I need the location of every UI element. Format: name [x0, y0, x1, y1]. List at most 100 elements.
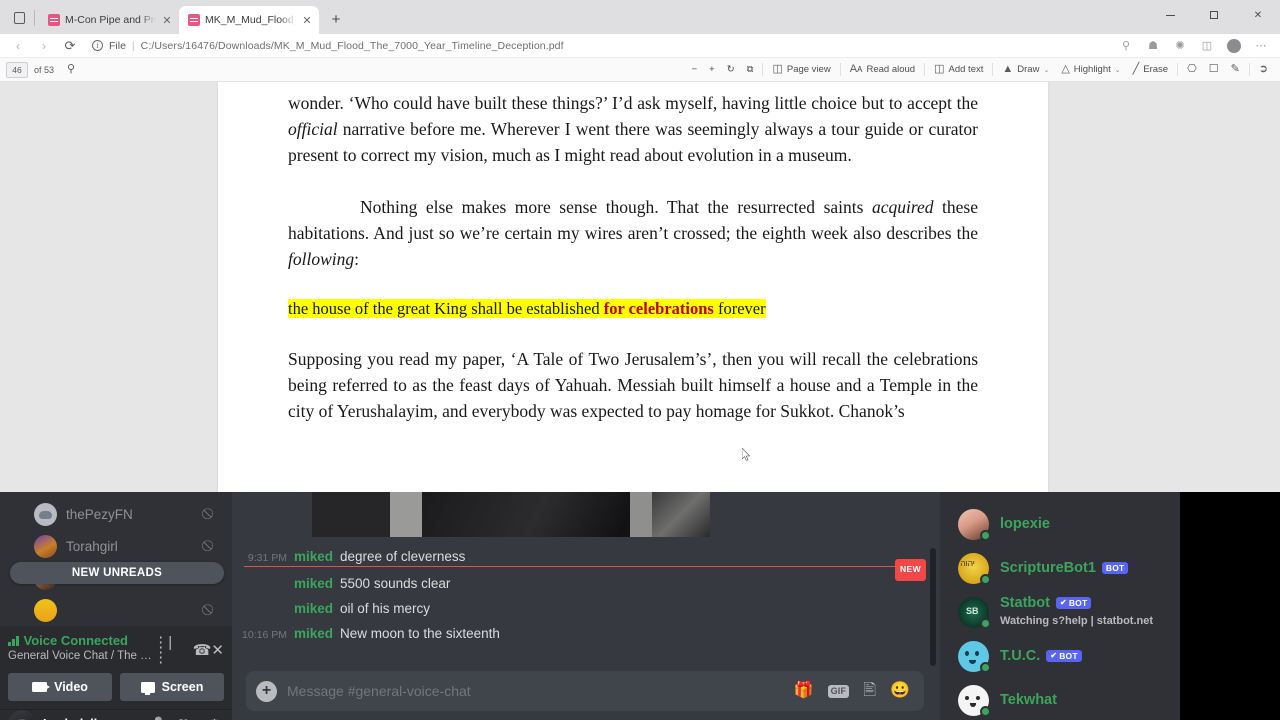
sticker-icon[interactable]: 🖹: [863, 683, 876, 699]
browser-tab-1[interactable]: M-Con Pipe and Products_DE_O ✕: [39, 6, 179, 34]
chat-scrollbar[interactable]: [930, 548, 936, 666]
search-icon[interactable]: ⚲: [61, 61, 81, 79]
url-text: C:/Users/16476/Downloads/MK_M_Mud_Flood_…: [140, 39, 564, 52]
zoom-out-button[interactable]: −: [686, 61, 704, 79]
erase-label: Erase: [1143, 64, 1169, 75]
microphone-icon[interactable]: 🎤: [143, 716, 166, 720]
close-icon[interactable]: ✕: [301, 14, 313, 27]
collections-icon[interactable]: ☗: [1140, 36, 1166, 56]
page-number-input[interactable]: 46: [6, 61, 28, 78]
voice-member[interactable]: thePezyFN ⃠: [0, 498, 232, 530]
draw-button[interactable]: ▲ Draw ⌄: [996, 61, 1055, 79]
video-button[interactable]: Video: [8, 673, 112, 701]
bot-label: BOT: [1059, 650, 1078, 661]
message-input[interactable]: Message #general-voice-chat: [287, 683, 784, 699]
add-text-icon: ◫: [934, 63, 945, 75]
mic-muted-icon: ⃠: [210, 540, 222, 553]
screen-label: Screen: [161, 680, 204, 694]
soundwave-icon[interactable]: ⋮|⋮: [153, 635, 185, 665]
avatar[interactable]: [8, 710, 36, 720]
gif-button[interactable]: GIF: [827, 684, 850, 698]
voice-connected-label: Voice Connected: [23, 633, 129, 648]
image-attachment[interactable]: [312, 492, 710, 537]
maximize-button[interactable]: [1192, 0, 1236, 30]
fit-page-icon[interactable]: ⧉: [741, 61, 760, 79]
chat-message[interactable]: 10:16 PM miked New moon to the sixteenth: [232, 621, 926, 648]
avatar: [34, 502, 57, 526]
annotate-icon[interactable]: ✎: [1225, 61, 1246, 79]
profile-icon[interactable]: [1221, 36, 1247, 56]
split-screen-icon[interactable]: ◫: [1194, 36, 1220, 56]
bot-badge: BOT: [1101, 561, 1129, 575]
back-button[interactable]: ‹: [6, 36, 30, 56]
message-text: New moon to the sixteenth: [340, 626, 500, 641]
member-body: Tekwhat: [1000, 692, 1170, 708]
chevron-down-icon[interactable]: ⌄: [1043, 66, 1049, 74]
message-author[interactable]: miked: [294, 599, 333, 618]
member-row[interactable]: ScriptureBot1 BOT: [940, 546, 1180, 590]
zoom-in-button[interactable]: +: [703, 61, 721, 79]
settings-more-icon[interactable]: ⋯: [1248, 36, 1274, 56]
url-input[interactable]: i File | C:/Users/16476/Downloads/MK_M_M…: [84, 36, 1111, 56]
erase-icon: ╱: [1132, 63, 1140, 75]
read-aloud-icon: Aᴀ: [849, 63, 863, 75]
new-unreads-pill[interactable]: NEW UNREADS: [10, 562, 224, 584]
voice-channel-label: General Voice Chat / The U...: [8, 650, 154, 662]
pdf-viewer[interactable]: wonder. ‘Who could have built these thin…: [0, 82, 1280, 500]
chevron-down-icon[interactable]: ⌄: [1115, 66, 1121, 74]
gift-icon[interactable]: 🎁: [794, 683, 814, 699]
read-aloud-button[interactable]: Aᴀ Read aloud: [844, 61, 921, 79]
member-row[interactable]: T.U.C. ✔ BOT: [940, 634, 1180, 678]
screen-share-button[interactable]: Screen: [120, 673, 224, 701]
forward-button[interactable]: ›: [32, 36, 56, 56]
reload-icon[interactable]: ⟳: [58, 36, 82, 56]
tab-title: MK_M_Mud_Flood_The_7000_Y: [205, 14, 296, 26]
rotate-page-icon[interactable]: ⎔: [1181, 61, 1203, 79]
extensions-icon[interactable]: ✺: [1167, 36, 1193, 56]
add-text-button[interactable]: ◫ Add text: [928, 61, 989, 79]
message-composer[interactable]: + Message #general-voice-chat 🎁 GIF 🖹 😀: [246, 671, 924, 711]
online-status-dot: [980, 529, 991, 541]
member-row[interactable]: Tekwhat: [940, 678, 1180, 720]
highlight-button[interactable]: △ Highlight ⌄: [1055, 61, 1126, 79]
chat-message[interactable]: miked oil of his mercy: [232, 596, 926, 621]
avatar: [958, 684, 991, 717]
paragraph-1: wonder. ‘Who could have built these thin…: [288, 82, 978, 168]
headphones-icon[interactable]: ⎋: [173, 716, 196, 720]
close-icon[interactable]: ✕: [161, 14, 173, 27]
rotate-icon[interactable]: ↻: [721, 61, 741, 79]
add-attachment-button[interactable]: +: [256, 680, 277, 702]
message-list: 9:31 PM miked degree of cleverness NEW m…: [232, 544, 926, 648]
voice-member[interactable]: Torahgirl ⃠: [0, 530, 232, 562]
voice-connection-panel: Voice Connected General Voice Chat / The…: [0, 626, 232, 709]
gear-icon[interactable]: ⚙: [203, 716, 226, 720]
member-list: lopexie ScriptureBot1 BOT Statbot: [940, 492, 1180, 720]
minimize-button[interactable]: [1148, 0, 1192, 30]
member-name: Tekwhat: [1000, 692, 1057, 708]
erase-button[interactable]: ╱ Erase: [1127, 61, 1174, 79]
print-icon[interactable]: ➲: [1253, 61, 1274, 79]
emoji-icon[interactable]: 😀: [890, 683, 910, 699]
disconnect-call-icon[interactable]: ☎✕: [193, 643, 224, 658]
browser-tab-2[interactable]: MK_M_Mud_Flood_The_7000_Y ✕: [179, 6, 319, 34]
message-author[interactable]: miked: [294, 624, 333, 643]
member-name: lopexie: [1000, 516, 1050, 532]
online-status-dot: [980, 661, 991, 673]
save-icon[interactable]: ☐: [1203, 61, 1225, 79]
avatar: [958, 640, 991, 673]
voice-member[interactable]: ⃠: [0, 594, 232, 626]
tab-search-icon[interactable]: [6, 5, 32, 31]
page-view-label: Page view: [786, 64, 831, 75]
member-name: Statbot: [1000, 595, 1050, 611]
new-tab-button[interactable]: +: [323, 6, 349, 32]
search-icon[interactable]: ⚲: [1113, 36, 1139, 56]
message-author[interactable]: miked: [294, 547, 333, 566]
page-view-button[interactable]: ◫ Page view: [766, 61, 836, 79]
close-window-button[interactable]: ✕: [1236, 0, 1280, 30]
member-row[interactable]: lopexie: [940, 502, 1180, 546]
message-author[interactable]: miked: [294, 574, 333, 593]
chat-message[interactable]: miked 5500 sounds clear: [232, 571, 926, 596]
chat-message[interactable]: 9:31 PM miked degree of cleverness NEW: [232, 544, 926, 581]
member-row[interactable]: Statbot ✔BOT Watching s?help | statbot.n…: [940, 590, 1180, 634]
verified-check-icon: ✔: [1059, 598, 1067, 608]
